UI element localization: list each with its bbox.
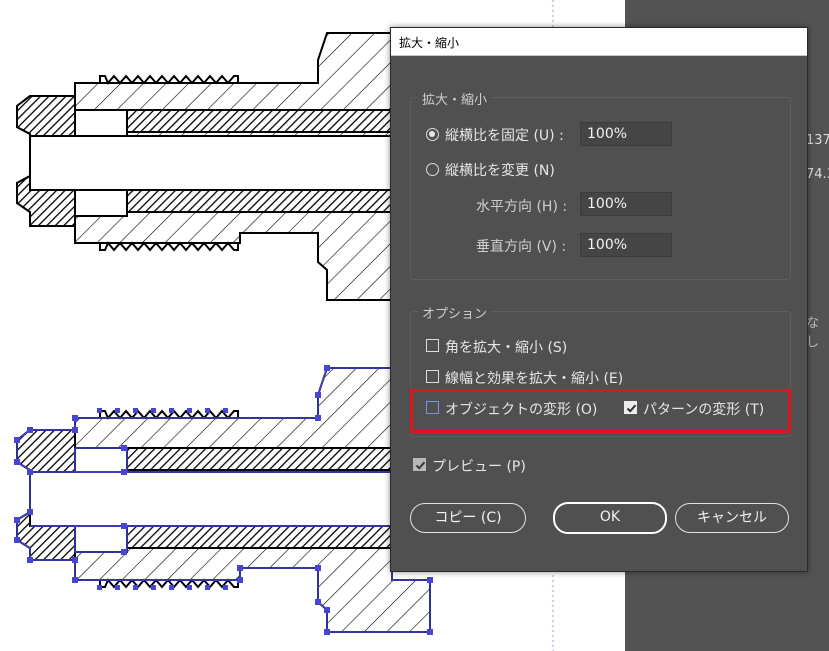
uniform-radio[interactable]	[426, 128, 439, 141]
uniform-label: 縦横比を固定 (U) :	[445, 128, 564, 144]
scale-corners-checkbox[interactable]	[426, 339, 439, 352]
uniform-scale-input[interactable]: 100%	[580, 122, 672, 146]
options-group-legend: オプション	[418, 303, 492, 322]
fitting-drawing-bottom	[16, 367, 431, 633]
scale-group-legend: 拡大・縮小	[418, 89, 492, 108]
cancel-button[interactable]: キャンセル	[675, 503, 789, 533]
dialog-title: 拡大・縮小	[399, 36, 460, 50]
panel-text-none: なし	[806, 316, 820, 350]
copy-button[interactable]: コピー (C)	[410, 503, 526, 533]
scale-strokes-label: 線幅と効果を拡大・縮小 (E)	[445, 371, 624, 387]
vertical-label: 垂直方向 (V) :	[476, 239, 567, 255]
non-uniform-radio[interactable]	[426, 163, 439, 176]
highlight-annotation	[410, 389, 791, 433]
panel-value-width: 137	[806, 133, 829, 148]
vertical-scale-input[interactable]: 100%	[580, 233, 672, 257]
dialog-titlebar[interactable]: 拡大・縮小	[391, 28, 807, 56]
scale-strokes-checkbox[interactable]	[426, 370, 439, 383]
preview-checkbox[interactable]	[413, 458, 426, 471]
checkmark-icon	[415, 461, 426, 470]
preview-label: プレビュー (P)	[432, 459, 526, 475]
horizontal-scale-input[interactable]: 100%	[580, 192, 672, 216]
ok-button[interactable]: OK	[553, 502, 667, 534]
horizontal-label: 水平方向 (H) :	[476, 199, 568, 215]
panel-value-height: 74.3	[806, 167, 829, 182]
fitting-drawing-top	[16, 32, 393, 301]
scale-corners-label: 角を拡大・縮小 (S)	[445, 340, 568, 356]
non-uniform-label: 縦横比を変更 (N)	[445, 163, 555, 179]
scale-dialog: 拡大・縮小 拡大・縮小 縦横比を固定 (U) : 100% 縦横比を変更 (N)…	[390, 27, 808, 572]
